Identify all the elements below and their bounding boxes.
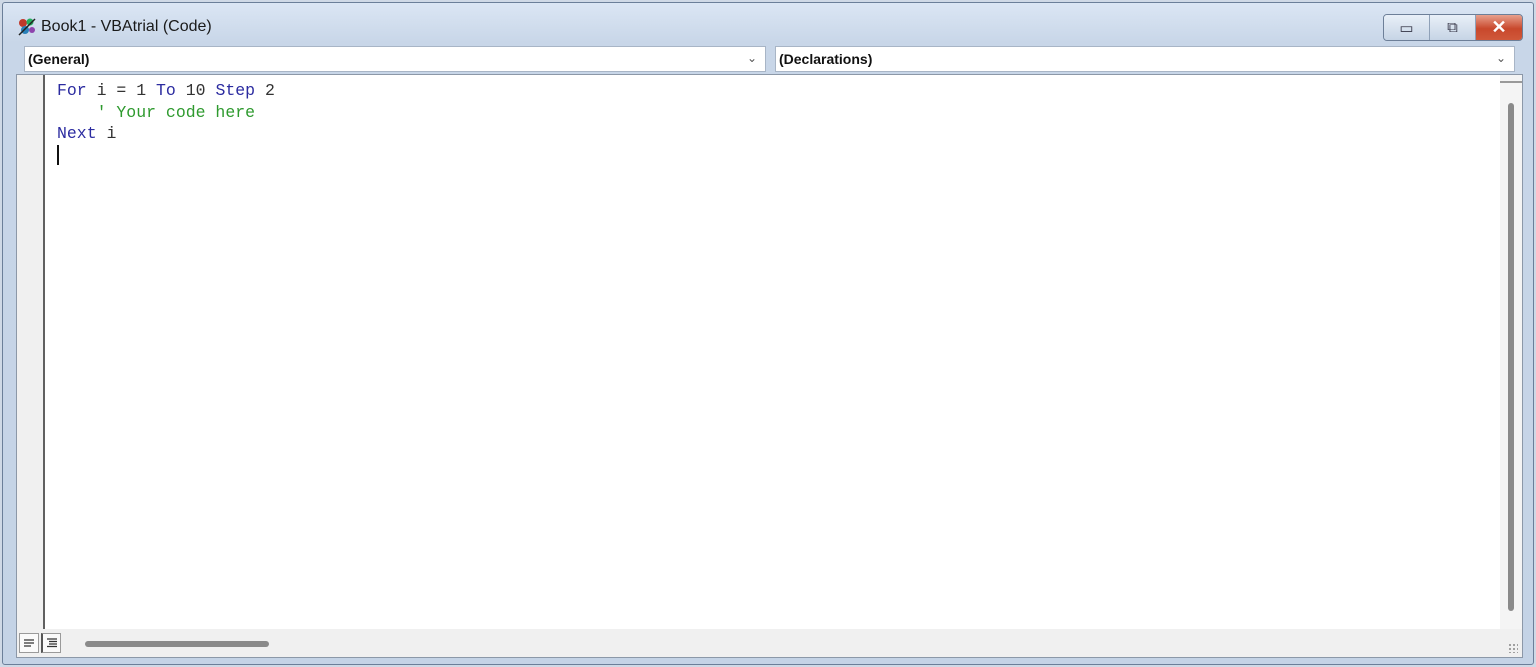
code-text: 2 <box>255 81 275 100</box>
code-line-3: Next i <box>57 123 1492 145</box>
horizontal-scroll-thumb[interactable] <box>85 641 269 647</box>
full-module-view-button[interactable] <box>41 633 61 653</box>
object-dropdown[interactable]: (General) ⌄ <box>24 46 766 72</box>
split-bar[interactable] <box>1500 75 1522 83</box>
minimize-button[interactable]: ▭ <box>1384 15 1430 40</box>
code-text: 10 <box>175 81 216 100</box>
title-bar[interactable]: Book1 - VBAtrial (Code) ▭ ⧉ ✕ <box>3 3 1533 43</box>
procedure-dropdown-value: (Declarations) <box>779 51 873 67</box>
maximize-button[interactable]: ⧉ <box>1430 15 1476 40</box>
procedure-view-button[interactable] <box>19 633 39 653</box>
full-module-view-icon <box>46 638 57 648</box>
code-line-2: ' Your code here <box>57 102 1492 124</box>
code-window: Book1 - VBAtrial (Code) ▭ ⧉ ✕ (General) … <box>2 2 1534 665</box>
vertical-scroll-thumb[interactable] <box>1508 103 1514 611</box>
code-line-4 <box>57 145 1492 167</box>
close-button[interactable]: ✕ <box>1476 15 1522 40</box>
resize-grip-icon[interactable] <box>1508 643 1518 653</box>
code-comment: ' Your code here <box>57 102 256 122</box>
margin-indicator-bar[interactable] <box>17 75 45 630</box>
procedure-dropdown[interactable]: (Declarations) ⌄ <box>775 46 1515 72</box>
editor-bottom-bar <box>17 629 1522 657</box>
keyword: Next <box>57 124 97 143</box>
vertical-scrollbar[interactable] <box>1500 75 1522 630</box>
text-caret <box>57 145 59 166</box>
code-text: i = 1 <box>86 81 157 100</box>
keyword: Step <box>215 81 256 100</box>
procedure-view-icon <box>24 639 34 647</box>
code-line-1: For i = 1 To 10 Step 2 <box>57 80 1492 102</box>
window-title: Book1 - VBAtrial (Code) <box>41 18 212 35</box>
vba-project-icon <box>18 18 36 36</box>
chevron-down-icon: ⌄ <box>1495 51 1506 65</box>
object-dropdown-value: (General) <box>28 51 90 67</box>
chevron-down-icon: ⌄ <box>746 51 757 65</box>
code-text: i <box>96 124 117 143</box>
code-text-area[interactable]: For i = 1 To 10 Step 2 ' Your code here N… <box>57 80 1492 627</box>
keyword: For <box>57 81 87 100</box>
window-controls: ▭ ⧉ ✕ <box>1383 14 1523 41</box>
code-editor[interactable]: For i = 1 To 10 Step 2 ' Your code here N… <box>16 74 1523 658</box>
keyword: To <box>156 81 176 100</box>
